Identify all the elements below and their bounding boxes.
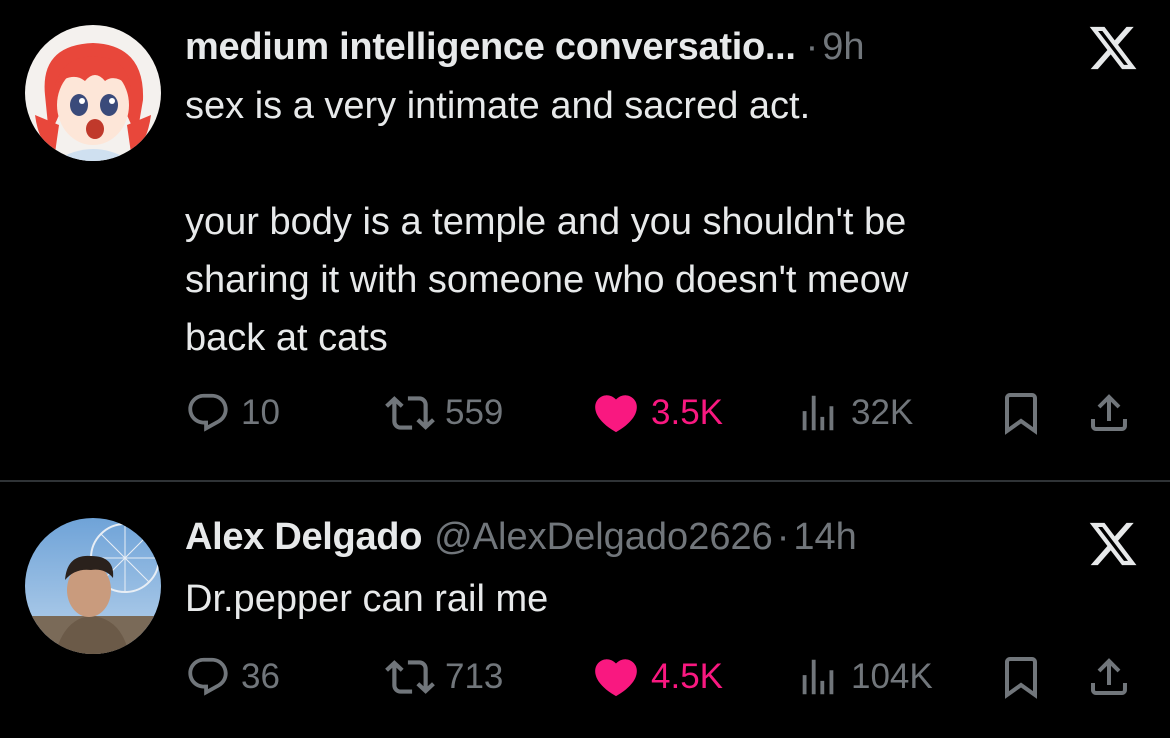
avatar-photo-image <box>25 518 161 654</box>
views-icon <box>802 659 834 695</box>
timestamp[interactable]: 9h <box>822 26 864 68</box>
avatar[interactable] <box>25 518 161 654</box>
tweet[interactable]: Alex Delgado @AlexDelgado2626 · 14h Dr.pepp… <box>0 482 1170 738</box>
share-icon <box>1091 658 1127 695</box>
timestamp[interactable]: 14h <box>793 516 856 558</box>
bookmark-button[interactable] <box>997 652 1045 702</box>
retweet-button[interactable]: 713 <box>385 652 503 702</box>
tweet-actions: 36 713 4.5K 104K <box>185 652 1140 702</box>
heart-icon <box>595 659 637 697</box>
retweet-icon <box>385 660 435 694</box>
like-count: 3.5K <box>651 393 723 432</box>
reply-count: 10 <box>241 393 280 432</box>
display-name[interactable]: medium intelligence conversatio... <box>185 26 796 68</box>
reply-icon <box>188 393 228 432</box>
tweet-header: medium intelligence conversatio... · 9h <box>185 24 865 70</box>
tweet-text: sex is a very intimate and sacred act. y… <box>185 85 909 359</box>
tweet-actions: 10 559 3.5K 32K <box>185 388 1140 438</box>
views-button[interactable]: 104K <box>795 652 933 702</box>
reply-count: 36 <box>241 657 280 696</box>
heart-icon <box>595 395 637 433</box>
handle[interactable]: @AlexDelgado2626 <box>434 516 773 558</box>
x-logo-icon[interactable] <box>1086 518 1140 570</box>
avatar-anime-girl-image <box>25 25 161 161</box>
separator-dot: · <box>776 516 790 558</box>
share-button[interactable] <box>1085 652 1133 702</box>
like-button[interactable]: 4.5K <box>591 652 723 702</box>
bookmark-button[interactable] <box>997 388 1045 438</box>
bookmark-icon <box>1005 657 1037 699</box>
like-button[interactable]: 3.5K <box>591 388 723 438</box>
separator-dot: · <box>805 26 819 68</box>
retweet-count: 713 <box>445 657 504 696</box>
avatar[interactable] <box>25 25 161 161</box>
tweet-text: Dr.pepper can rail me <box>185 578 549 620</box>
views-count: 104K <box>851 657 933 696</box>
views-count: 32K <box>851 393 914 432</box>
retweet-button[interactable]: 559 <box>385 388 503 438</box>
views-icon <box>802 395 834 431</box>
retweet-icon <box>385 396 435 430</box>
views-button[interactable]: 32K <box>795 388 913 438</box>
retweet-count: 559 <box>445 393 504 432</box>
display-name[interactable]: Alex Delgado <box>185 516 422 558</box>
share-icon <box>1091 394 1127 431</box>
reply-icon <box>188 657 228 696</box>
like-count: 4.5K <box>651 657 723 696</box>
share-button[interactable] <box>1085 388 1133 438</box>
tweet[interactable]: medium intelligence conversatio... · 9h se… <box>0 0 1170 480</box>
reply-button[interactable]: 10 <box>185 388 280 438</box>
tweet-header: Alex Delgado @AlexDelgado2626 · 14h <box>185 514 857 560</box>
x-logo-icon[interactable] <box>1086 22 1140 74</box>
bookmark-icon <box>1005 393 1037 435</box>
reply-button[interactable]: 36 <box>185 652 280 702</box>
